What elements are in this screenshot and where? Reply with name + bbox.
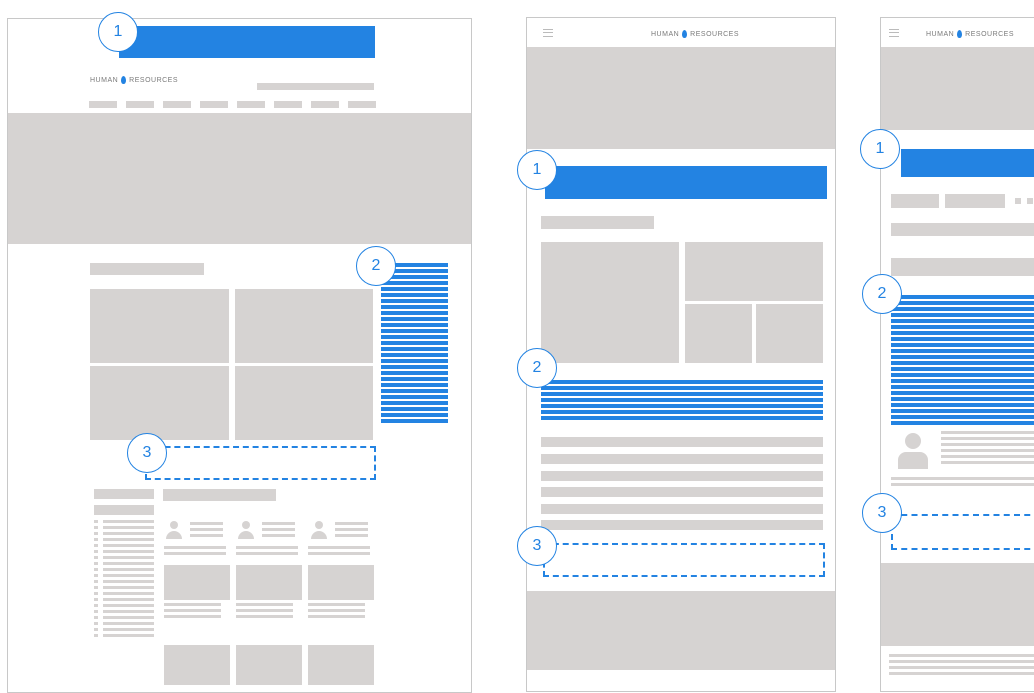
- logo-drop-icon: [957, 30, 963, 38]
- desktop-wireframe: HUMAN RESOURCES: [7, 18, 472, 693]
- tablet-text-line: [541, 454, 823, 464]
- marker-1: 1: [860, 129, 900, 169]
- card-text: [262, 522, 295, 537]
- tablet-text-line: [541, 487, 823, 497]
- tablet-text-line: [541, 520, 823, 530]
- desktop-subnav-heading: [94, 505, 154, 515]
- marker-1: 1: [98, 12, 138, 52]
- desktop-bottom-tile: [236, 645, 302, 685]
- card-text: [236, 546, 298, 558]
- desktop-article-heading: [163, 489, 276, 501]
- user-avatar-icon: [238, 521, 254, 539]
- mobile-logo: HUMAN RESOURCES: [926, 30, 1015, 38]
- desktop-nav-item: [163, 101, 191, 108]
- tablet-tile: [756, 304, 823, 363]
- card-text: [308, 603, 365, 621]
- mobile-bar: [891, 258, 1034, 276]
- desktop-hero-image: [8, 113, 471, 244]
- hamburger-menu-icon: [543, 29, 553, 37]
- mobile-card-text: [891, 477, 1034, 489]
- card-text: [164, 603, 221, 621]
- marker-3: 3: [517, 526, 557, 566]
- desktop-nav-item: [311, 101, 339, 108]
- desktop-nav-item: [237, 101, 265, 108]
- tablet-text-line: [541, 471, 823, 481]
- tablet-slot-3: [543, 543, 825, 577]
- desktop-nav-item: [200, 101, 228, 108]
- mobile-wireframe: HUMAN RESOURCES: [880, 17, 1034, 692]
- desktop-tile: [90, 289, 229, 363]
- desktop-bottom-tile: [164, 645, 230, 685]
- hamburger-menu-icon: [889, 29, 899, 37]
- tablet-text-line: [541, 504, 823, 514]
- marker-2: 2: [517, 348, 557, 388]
- marker-1: 1: [517, 150, 557, 190]
- mobile-tab-dot: [1027, 198, 1033, 204]
- marker-3: 3: [127, 433, 167, 473]
- user-avatar-icon: [898, 433, 928, 469]
- tablet-tile: [685, 304, 752, 363]
- mobile-bar: [891, 223, 1034, 236]
- desktop-sidebar-slot-2: [381, 263, 448, 423]
- desktop-nav-item: [89, 101, 117, 108]
- desktop-slot-3: [145, 446, 376, 480]
- mobile-tab-dot: [1015, 198, 1021, 204]
- desktop-nav-item: [126, 101, 154, 108]
- tablet-footer: [527, 591, 835, 670]
- mobile-card-text: [941, 431, 1034, 467]
- card-text: [164, 546, 226, 558]
- mobile-footer-text: [889, 654, 1034, 678]
- desktop-nav-item: [348, 101, 376, 108]
- tablet-tile: [685, 242, 823, 301]
- user-avatar-icon: [166, 521, 182, 539]
- tablet-tile-large: [541, 242, 679, 363]
- tablet-text-line: [541, 437, 823, 447]
- desktop-banner-slot-1: [119, 26, 375, 58]
- mobile-hero-image: [881, 47, 1034, 130]
- tablet-section-title: [541, 216, 654, 229]
- desktop-logo: HUMAN RESOURCES: [90, 76, 179, 84]
- desktop-subnav-list: [94, 520, 98, 637]
- mobile-tab: [945, 194, 1005, 208]
- desktop-tile: [235, 366, 373, 440]
- mobile-banner-slot-1: [901, 149, 1034, 177]
- card-image: [308, 565, 374, 600]
- card-image: [236, 565, 302, 600]
- card-image: [164, 565, 230, 600]
- desktop-subnav-heading: [94, 489, 154, 499]
- user-avatar-icon: [311, 521, 327, 539]
- desktop-section-title: [90, 263, 204, 275]
- tablet-slot-2: [541, 380, 823, 422]
- card-text: [190, 522, 223, 537]
- mobile-tab: [891, 194, 939, 208]
- mobile-footer: [881, 563, 1034, 646]
- desktop-tile: [235, 289, 373, 363]
- marker-2: 2: [356, 246, 396, 286]
- desktop-search-bar: [257, 83, 374, 90]
- card-text: [335, 522, 368, 537]
- tablet-wireframe: HUMAN RESOURCES: [526, 17, 836, 692]
- desktop-tile: [90, 366, 229, 440]
- tablet-hero-image: [527, 47, 835, 149]
- desktop-nav-item: [274, 101, 302, 108]
- desktop-bottom-tile: [308, 645, 374, 685]
- marker-2: 2: [862, 274, 902, 314]
- mobile-slot-2: [891, 295, 1034, 425]
- card-text: [308, 546, 370, 558]
- tablet-banner-slot-1: [545, 166, 827, 199]
- tablet-logo: HUMAN RESOURCES: [651, 30, 740, 38]
- mobile-slot-3: [891, 514, 1034, 550]
- logo-drop-icon: [121, 76, 127, 84]
- card-text: [236, 603, 293, 621]
- marker-3: 3: [862, 493, 902, 533]
- logo-drop-icon: [682, 30, 688, 38]
- desktop-subnav-list: [103, 520, 154, 637]
